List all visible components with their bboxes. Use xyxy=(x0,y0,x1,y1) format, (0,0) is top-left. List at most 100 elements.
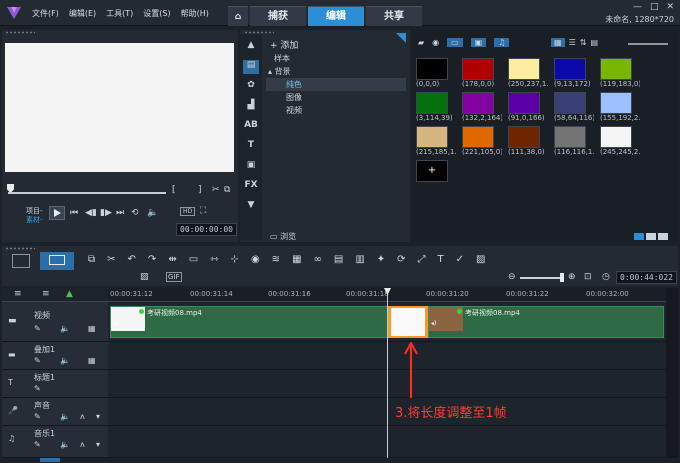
color-swatch[interactable]: + xyxy=(416,160,458,182)
menu-help[interactable]: 帮助(H) xyxy=(181,8,209,19)
trim-icon[interactable]: ⊹ xyxy=(231,254,239,265)
transition-icon[interactable]: ▟ xyxy=(243,100,259,114)
mute-icon[interactable]: 🔈 xyxy=(60,412,70,421)
tree-item-video[interactable]: 视频 xyxy=(266,104,406,117)
thumbnail-view-icon[interactable]: ▦ xyxy=(551,38,565,47)
redo-icon[interactable]: ↷ xyxy=(148,254,156,265)
timeline-playhead[interactable] xyxy=(387,290,388,458)
grid-icon[interactable]: ▦ xyxy=(88,356,96,365)
track-header-video[interactable]: ▬ 视频 ✎ 🔈 ▦ xyxy=(2,302,108,342)
color-swatch[interactable]: (178,0,0) xyxy=(462,58,504,88)
mark-in-button[interactable]: [ xyxy=(172,185,176,195)
tab-edit[interactable]: 编辑 xyxy=(308,6,364,26)
color-swatch[interactable]: (221,105,0) xyxy=(462,126,504,156)
grid-icon[interactable]: ▦ xyxy=(88,324,96,333)
view-large-icon[interactable] xyxy=(658,233,668,240)
start-button[interactable]: ⏮ xyxy=(70,208,78,218)
color-swatch[interactable]: (215,185,1... xyxy=(416,126,458,156)
close-button[interactable]: ✕ xyxy=(666,2,674,12)
tab-share[interactable]: 共享 xyxy=(366,6,422,26)
color-swatch[interactable]: (9,13,172) xyxy=(554,58,596,88)
next-frame-button[interactable]: ▮▶ xyxy=(100,208,112,218)
mute-icon[interactable]: 🔈 xyxy=(60,440,70,449)
edit-track-icon[interactable]: ✎ xyxy=(34,440,41,449)
color-check-icon[interactable]: ✓ xyxy=(456,254,464,265)
view-medium-icon[interactable] xyxy=(646,233,656,240)
track-header-music[interactable]: ♫ 音乐1 ✎ 🔈 ʌ ▾ xyxy=(2,426,108,458)
timeline-grip[interactable] xyxy=(5,247,35,250)
timeline-view-button[interactable] xyxy=(40,252,74,270)
color-swatch[interactable]: (119,183,0) xyxy=(600,58,642,88)
zoom-in-icon[interactable]: ⊕ xyxy=(568,272,576,282)
track-header-title[interactable]: T 标题1 ✎ xyxy=(2,370,108,398)
timeline-timecode[interactable]: 0:00:44:022 xyxy=(616,271,677,284)
zoom-out-icon[interactable]: ⊖ xyxy=(508,272,516,282)
filter-icon[interactable]: FX xyxy=(243,180,259,194)
image-tool-icon[interactable]: ▨ xyxy=(140,272,149,282)
undo-icon[interactable]: ↶ xyxy=(128,254,136,265)
media-icon[interactable]: ▤ xyxy=(243,60,259,74)
color-swatch[interactable]: (0,0,0) xyxy=(416,58,458,88)
color-swatch[interactable]: (111,38,0) xyxy=(508,126,550,156)
transform-icon[interactable]: ⤢ xyxy=(418,254,426,265)
track-header-overlay[interactable]: ▬ 叠加1 ✎ 🔈 ▦ xyxy=(2,342,108,370)
edit-icon[interactable]: ▨ xyxy=(476,254,485,265)
maximize-button[interactable]: □ xyxy=(650,2,659,12)
enlarge-icon[interactable]: ⛶ xyxy=(200,206,206,216)
video-clip[interactable]: 考研视频08.mp4 ◂) xyxy=(428,306,664,338)
mute-icon[interactable]: 🔈 xyxy=(60,324,70,333)
folder-icon[interactable]: ▰ xyxy=(418,38,424,47)
mute-icon[interactable]: 🔈 xyxy=(60,356,70,365)
color-swatch[interactable]: (116,116,1... xyxy=(554,126,596,156)
color-swatch[interactable]: (155,192,2... xyxy=(600,92,642,122)
mask-icon[interactable]: ✦ xyxy=(377,254,385,265)
size-icon[interactable]: ▤ xyxy=(590,38,598,47)
collapse-icon[interactable]: ʌ xyxy=(80,440,85,449)
color-swatch[interactable]: (250,237,1... xyxy=(508,58,550,88)
record-icon[interactable]: ◉ xyxy=(251,254,260,265)
menu-settings[interactable]: 设置(S) xyxy=(143,8,170,19)
zoom-slider[interactable] xyxy=(520,277,564,279)
storyboard-view-icon[interactable] xyxy=(12,254,30,268)
mode-clip[interactable]: 素材- xyxy=(26,215,43,225)
list-view-icon[interactable]: ☰ xyxy=(569,38,576,47)
title-icon[interactable]: T xyxy=(243,140,259,154)
add-button[interactable]: + 添加 xyxy=(270,38,298,51)
horizontal-scroll-thumb[interactable] xyxy=(40,458,60,462)
end-button[interactable]: ⏭ xyxy=(116,208,124,218)
track-header-voice[interactable]: 🎤 声音 ✎ 🔈 ʌ ▾ xyxy=(2,398,108,426)
audio-wave-icon[interactable]: ≋ xyxy=(272,254,280,265)
color-swatch[interactable]: (245,245,2... xyxy=(600,126,642,156)
minimize-button[interactable]: — xyxy=(633,2,642,12)
track-manager-icon[interactable]: ⧉ xyxy=(88,254,95,265)
image-filter-icon[interactable]: ▣ xyxy=(470,38,487,47)
expand-icon[interactable]: ▲ xyxy=(66,289,73,299)
video-clip[interactable]: 考研视频08.mp4 ◂) xyxy=(110,306,388,338)
tab-capture[interactable]: 捕获 xyxy=(250,6,306,26)
loop-icon[interactable]: ⟳ xyxy=(397,254,405,265)
color-swatch[interactable]: (58,64,116) xyxy=(554,92,596,122)
selected-color-clip[interactable] xyxy=(388,306,428,338)
motion-icon[interactable]: ∞ xyxy=(314,254,322,265)
sort-icon[interactable]: ⇅ xyxy=(580,38,587,47)
edit-track-icon[interactable]: ✎ xyxy=(34,356,41,365)
home-tab[interactable]: ⌂ xyxy=(228,6,248,26)
rectangle-icon[interactable]: ▭ xyxy=(189,254,198,265)
audio-filter-icon[interactable]: ♫ xyxy=(494,38,510,47)
expand-down-icon[interactable]: ▾ xyxy=(96,440,100,449)
timeline-scrollbar[interactable] xyxy=(666,288,678,458)
menu-edit[interactable]: 编辑(E) xyxy=(69,8,96,19)
3d-title-icon[interactable]: T xyxy=(438,254,444,265)
graphic-icon[interactable]: ▣ xyxy=(243,160,259,174)
preview-timecode[interactable]: 00:00:00:00 xyxy=(176,223,237,236)
volume-icon[interactable]: 🔈 xyxy=(147,208,158,218)
copy-icon[interactable]: ⧉ xyxy=(224,185,230,195)
multicam-icon[interactable]: ▥ xyxy=(355,254,364,265)
menu-tools[interactable]: 工具(T) xyxy=(106,8,133,19)
thumbnail-size-slider[interactable] xyxy=(628,43,668,45)
prev-frame-button[interactable]: ◀▮ xyxy=(85,208,97,218)
tools-icon[interactable]: ✂ xyxy=(107,254,115,265)
instant-project-icon[interactable]: ✿ xyxy=(243,80,259,94)
ripple-icon[interactable]: ≡ xyxy=(42,289,50,299)
repeat-icon[interactable]: ⟲ xyxy=(131,208,139,218)
